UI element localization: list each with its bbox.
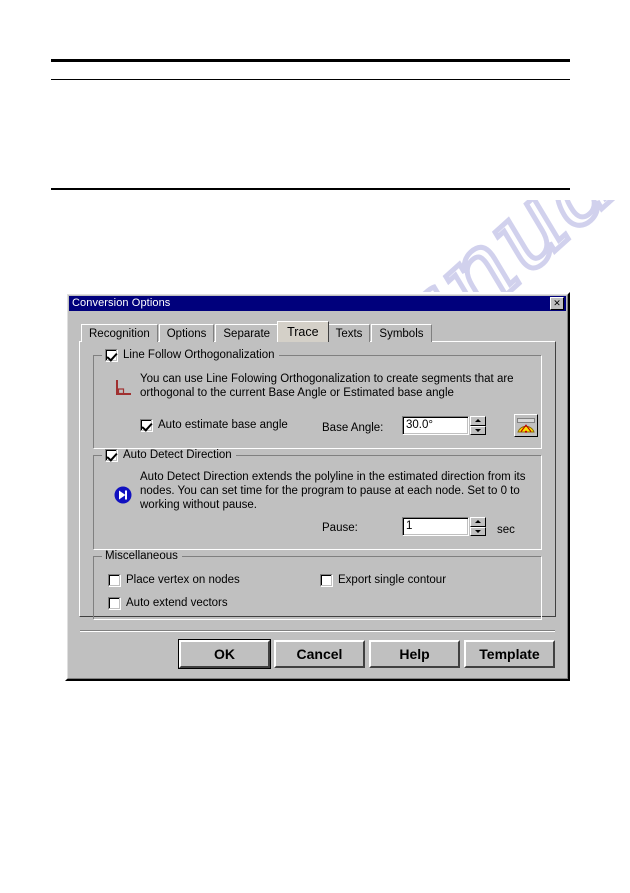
label-line-follow-orthogonalization: Line Follow Orthogonalization [123, 349, 275, 361]
template-button[interactable]: Template [464, 640, 555, 668]
row-auto-estimate-base-angle: Auto estimate base angle [140, 419, 288, 432]
button-bar-separator [80, 630, 555, 632]
tab-options[interactable]: Options [158, 324, 215, 342]
checkbox-auto-detect-direction[interactable] [105, 449, 118, 462]
spinner-base-angle: 30.0° [402, 416, 486, 435]
tab-strip: Recognition Options Separate Trace Texts… [81, 321, 556, 342]
tab-page-trace: Line Follow Orthogonalization You can us… [79, 341, 556, 620]
label-pause: Pause: [322, 522, 358, 534]
pause-spin-up-icon[interactable] [470, 517, 486, 527]
tab-texts[interactable]: Texts [327, 324, 371, 342]
row-place-vertex-on-nodes: Place vertex on nodes [108, 574, 240, 587]
tab-trace[interactable]: Trace [277, 321, 329, 342]
pause-spin-down-icon[interactable] [470, 526, 486, 536]
row-export-single-contour: Export single contour [320, 574, 446, 587]
angle-measure-icon-button[interactable] [514, 414, 538, 437]
label-auto-estimate-base-angle: Auto estimate base angle [158, 419, 288, 431]
tab-recognition[interactable]: Recognition [81, 324, 158, 342]
base-angle-input[interactable]: 30.0° [402, 416, 469, 435]
row-auto-extend-vectors: Auto extend vectors [108, 597, 228, 610]
label-auto-extend-vectors: Auto extend vectors [126, 597, 228, 609]
checkbox-line-follow-orthogonalization[interactable] [105, 349, 118, 362]
group-auto-detect-direction: Auto Detect Direction Auto Detect Direct… [93, 449, 542, 550]
dialog-title: Conversion Options [72, 297, 171, 309]
label-base-angle: Base Angle: [322, 422, 384, 434]
dialog-titlebar[interactable]: Conversion Options ✕ [69, 296, 566, 311]
page-rule-thick [51, 59, 570, 62]
tab-separate[interactable]: Separate [215, 324, 279, 342]
help-button[interactable]: Help [369, 640, 460, 668]
page-rule-thin [51, 79, 570, 80]
checkbox-auto-extend-vectors[interactable] [108, 597, 121, 610]
base-angle-spin-down-icon[interactable] [470, 425, 486, 435]
pause-spin-buttons [470, 517, 486, 536]
tab-symbols[interactable]: Symbols [371, 324, 432, 342]
label-auto-detect-direction: Auto Detect Direction [123, 449, 232, 461]
close-icon[interactable]: ✕ [550, 297, 564, 310]
checkbox-export-single-contour[interactable] [320, 574, 333, 587]
conversion-options-dialog: Conversion Options ✕ Recognition Options… [65, 292, 570, 681]
group-inner-frame [93, 556, 542, 620]
dialog-button-bar: OK Cancel Help Template [80, 639, 555, 669]
description-orthogonalization: You can use Line Folowing Orthogonalizat… [140, 373, 514, 399]
direction-arrow-icon [112, 484, 134, 506]
base-angle-spin-buttons [470, 416, 486, 435]
group-caption-miscellaneous: Miscellaneous [102, 550, 182, 563]
group-caption-auto-detect-direction: Auto Detect Direction [102, 449, 236, 462]
group-line-follow-orthogonalization: Line Follow Orthogonalization You can us… [93, 349, 542, 449]
spinner-pause: 1 [402, 517, 486, 536]
orthogonal-corner-icon [112, 378, 134, 400]
pause-input[interactable]: 1 [402, 517, 469, 536]
checkbox-auto-estimate-base-angle[interactable] [140, 419, 153, 432]
checkbox-place-vertex-on-nodes[interactable] [108, 574, 121, 587]
label-place-vertex-on-nodes: Place vertex on nodes [126, 574, 240, 586]
ok-button[interactable]: OK [178, 639, 271, 669]
cancel-button[interactable]: Cancel [274, 640, 365, 668]
page-rule-middle [51, 188, 570, 190]
base-angle-spin-up-icon[interactable] [470, 416, 486, 426]
group-caption-orthogonalization: Line Follow Orthogonalization [102, 349, 279, 362]
group-miscellaneous: Miscellaneous Place vertex on nodes Auto… [93, 550, 542, 620]
label-export-single-contour: Export single contour [338, 574, 447, 586]
label-pause-units: sec [497, 524, 515, 536]
description-auto-detect-direction: Auto Detect Direction extends the polyli… [140, 471, 526, 511]
